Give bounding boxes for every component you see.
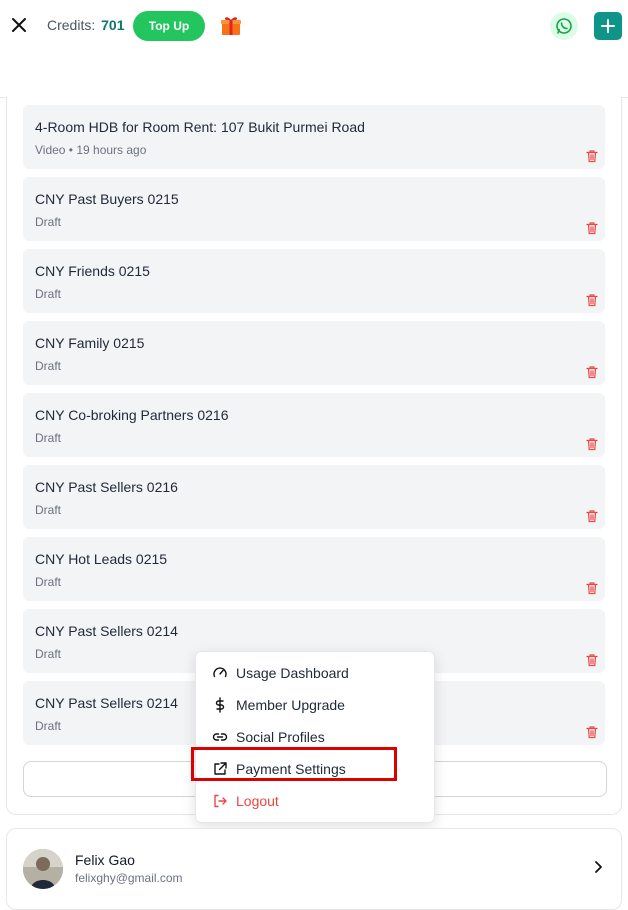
gauge-icon [213,667,227,678]
whatsapp-icon[interactable] [550,12,578,40]
trash-icon[interactable] [585,653,599,667]
item-subtitle: Video • 19 hours ago [35,143,147,157]
item-title: 4-Room HDB for Room Rent: 107 Bukit Purm… [35,119,365,135]
profile-card[interactable]: Felix Gao felixghy@gmail.com [6,828,622,910]
menu-item-payment-settings[interactable]: Payment Settings [212,758,346,780]
trash-icon[interactable] [585,581,599,595]
list-item[interactable]: 4-Room HDB for Room Rent: 107 Bukit Purm… [23,105,605,169]
menu-item-label: Social Profiles [236,729,325,745]
account-dropdown-menu: Usage Dashboard Member Upgrade Social Pr… [195,651,435,823]
list-item[interactable]: CNY Hot Leads 0215 Draft [23,537,605,601]
credits-display: Credits: 701 [47,17,124,33]
menu-item-label: Member Upgrade [236,697,345,713]
external-link-icon [214,762,227,775]
top-up-button[interactable]: Top Up [133,11,205,41]
menu-item-logout[interactable]: Logout [212,790,279,812]
item-title: CNY Past Sellers 0216 [35,479,178,495]
trash-icon[interactable] [585,149,599,163]
profile-name: Felix Gao [75,852,135,868]
trash-icon[interactable] [585,221,599,235]
menu-item-usage-dashboard[interactable]: Usage Dashboard [212,662,349,684]
plus-icon[interactable] [594,12,622,40]
list-item[interactable]: CNY Past Buyers 0215 Draft [23,177,605,241]
trash-icon[interactable] [585,725,599,739]
list-item[interactable]: CNY Friends 0215 Draft [23,249,605,313]
trash-icon[interactable] [585,365,599,379]
item-subtitle: Draft [35,575,62,589]
list-item[interactable]: CNY Family 0215 Draft [23,321,605,385]
menu-item-label: Payment Settings [236,761,346,777]
menu-item-member-upgrade[interactable]: Member Upgrade [212,694,345,716]
list-item[interactable]: CNY Co-broking Partners 0216 Draft [23,393,605,457]
close-icon[interactable] [8,14,30,36]
item-subtitle: Draft [35,719,62,733]
item-title: CNY Friends 0215 [35,263,150,279]
item-title: CNY Co-broking Partners 0216 [35,407,229,423]
item-subtitle: Draft [35,359,62,373]
list-item[interactable]: CNY Past Sellers 0216 Draft [23,465,605,529]
item-title: CNY Past Sellers 0214 [35,623,178,639]
item-title: CNY Family 0215 [35,335,145,351]
avatar [23,849,63,889]
item-subtitle: Draft [35,647,62,661]
profile-email: felixghy@gmail.com [75,871,183,885]
credits-value: 701 [101,17,125,33]
credits-label: Credits: [47,17,96,33]
chevron-right-icon [595,861,602,873]
item-subtitle: Draft [35,287,62,301]
menu-item-label: Usage Dashboard [236,665,349,681]
dollar-icon [215,697,225,713]
trash-icon[interactable] [585,437,599,451]
menu-item-label: Logout [236,793,279,809]
gift-icon[interactable] [219,13,243,37]
logout-icon [214,794,227,808]
trash-icon[interactable] [585,293,599,307]
trash-icon[interactable] [585,509,599,523]
link-icon [212,733,228,741]
item-subtitle: Draft [35,503,62,517]
menu-item-social-profiles[interactable]: Social Profiles [212,726,325,748]
top-bar: Credits: 701 Top Up [0,0,628,98]
item-title: CNY Past Buyers 0215 [35,191,179,207]
item-subtitle: Draft [35,431,62,445]
item-title: CNY Hot Leads 0215 [35,551,168,567]
item-title: CNY Past Sellers 0214 [35,695,178,711]
item-subtitle: Draft [35,215,62,229]
